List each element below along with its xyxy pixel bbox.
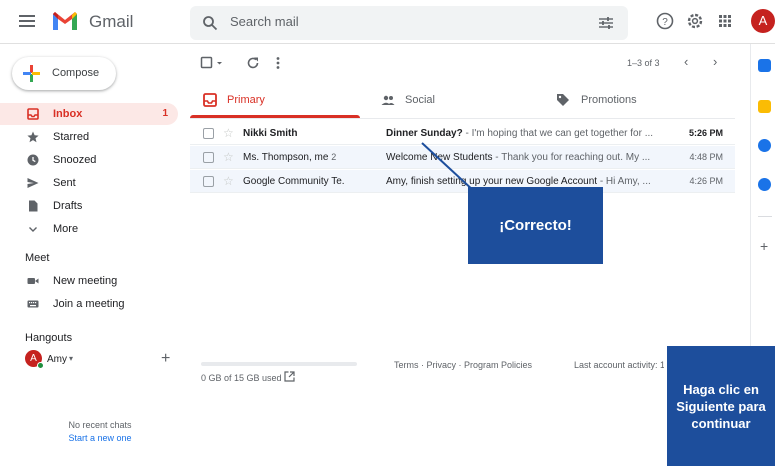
tutorial-next-hint: Haga clic en Siguiente para continuar	[667, 346, 775, 466]
tutorial-feedback-box: ¡Correcto!	[468, 187, 603, 264]
tutorial-pointer-line	[421, 142, 489, 205]
